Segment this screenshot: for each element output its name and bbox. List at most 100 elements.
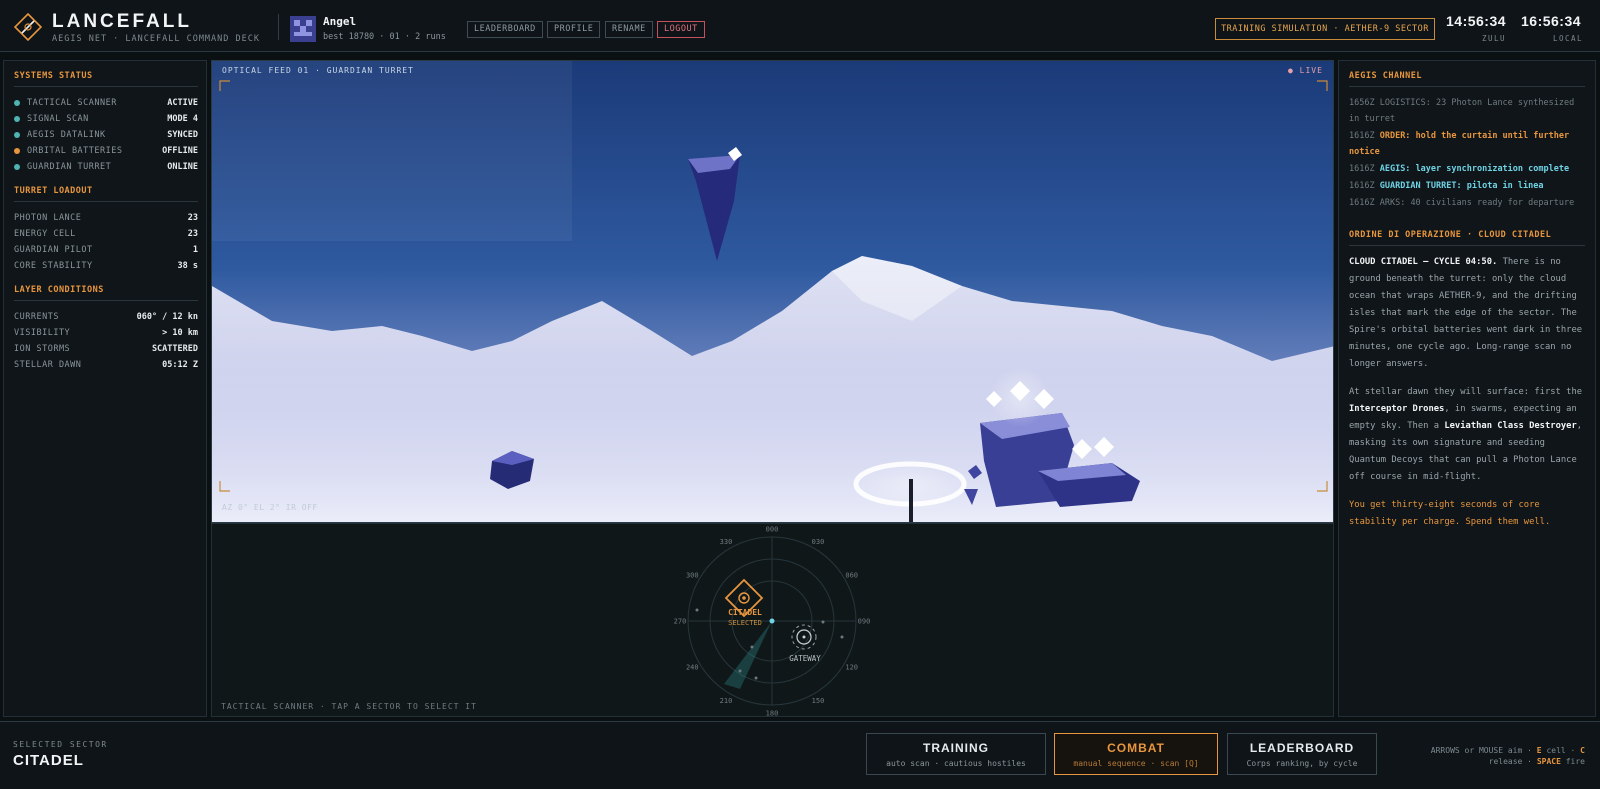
loadout-row: CORE STABILITY 38 s	[14, 258, 198, 274]
top-bar: LANCEFALL AEGIS NET · LANCEFALL COMMAND …	[0, 0, 1600, 52]
system-status-row: SIGNAL SCAN MODE 4	[14, 111, 198, 127]
systems-status-list: TACTICAL SCANNER ACTIVE SIGNAL SCAN MODE 4 A…	[14, 95, 198, 175]
system-status-value: ACTIVE	[167, 98, 198, 108]
systems-status-title: SYSTEMS STATUS	[14, 71, 198, 87]
radar-bearing-label: 300	[686, 572, 699, 580]
system-status-label: ORBITAL BATTERIES	[14, 146, 123, 156]
avatar	[290, 16, 316, 42]
user-name: Angel	[323, 15, 357, 28]
mode-leaderboard-button[interactable]: LEADERBOARD Corps ranking, by cycle	[1227, 733, 1377, 775]
mode-combat-subtitle: manual sequence · scan [Q]	[1073, 759, 1199, 768]
logout-button[interactable]: LOGOUT	[657, 21, 705, 38]
orders-body: CLOUD CITADEL — CYCLE 04:50. There is no…	[1349, 254, 1585, 531]
mode-leaderboard-title: LEADERBOARD	[1249, 741, 1355, 755]
loadout-label: GUARDIAN PILOT	[14, 245, 93, 255]
tactical-scanner-panel[interactable]: 000 030 060 090 120 150 180 210 240 270 300 330 CIT…	[211, 523, 1335, 718]
rename-button[interactable]: RENAME	[605, 21, 653, 38]
radar-bearing-label: 270	[674, 618, 687, 626]
system-status-value: SYNCED	[167, 130, 198, 140]
brand-title: LANCEFALL	[52, 11, 192, 32]
condition-row: VISIBILITY > 10 km	[14, 325, 198, 341]
right-intel-panel: AEGIS CHANNEL 1656Z LOGISTICS: 23 Photon…	[1338, 60, 1596, 717]
loadout-label: PHOTON LANCE	[14, 213, 82, 223]
mode-leaderboard-subtitle: Corps ranking, by cycle	[1246, 759, 1358, 768]
leaderboard-button[interactable]: LEADERBOARD	[467, 21, 543, 38]
condition-value: > 10 km	[162, 328, 198, 338]
radar-bearing-label: 030	[812, 538, 825, 546]
system-status-row: AEGIS DATALINK SYNCED	[14, 127, 198, 143]
condition-label: STELLAR DAWN	[14, 360, 82, 370]
channel-log-entry: 1616Z ORDER: hold the curtain until furt…	[1349, 131, 1570, 157]
radar-scope[interactable]: 000 030 060 090 120 150 180 210 240 270 300 330	[212, 524, 1335, 718]
status-dot-icon	[14, 132, 20, 138]
status-dot-icon	[14, 100, 20, 106]
layer-conditions-title: LAYER CONDITIONS	[14, 285, 198, 301]
turret-loadout-list: PHOTON LANCE 23 ENERGY CELL 23 GUARDIAN PILO…	[14, 210, 198, 274]
user-stats: best 18780 · 01 · 2 runs	[323, 32, 446, 42]
system-status-value: OFFLINE	[162, 146, 198, 156]
mode-training-title: TRAINING	[923, 741, 989, 755]
status-dot-icon	[14, 116, 20, 122]
system-status-row: ORBITAL BATTERIES OFFLINE	[14, 143, 198, 159]
clock-zulu-label: ZULU	[1482, 34, 1507, 43]
mode-training-button[interactable]: TRAINING auto scan · cautious hostiles	[866, 733, 1046, 775]
condition-value: 060° / 12 kn	[136, 312, 198, 322]
channel-log-entry: 1615Z LOGISTICS: 23 Photon Lance synthes…	[1349, 212, 1585, 213]
loadout-row: PHOTON LANCE 23	[14, 210, 198, 226]
radar-bearing-label: 240	[686, 664, 699, 672]
loadout-value: 1	[192, 245, 198, 255]
channel-log-entry: 1616Z GUARDIAN TURRET: pilota in linea	[1349, 181, 1544, 191]
live-indicator: ● LIVE	[1288, 66, 1323, 75]
system-status-value: MODE 4	[167, 114, 198, 124]
loadout-value: 23	[187, 213, 198, 223]
orders-paragraph-3: You get thirty-eight seconds of core sta…	[1349, 500, 1551, 527]
orders-paragraph-2: At stellar dawn they will surface: first…	[1349, 387, 1583, 482]
mode-training-subtitle: auto scan · cautious hostiles	[886, 759, 1026, 768]
turret-loadout-title: TURRET LOADOUT	[14, 186, 198, 202]
loadout-row: GUARDIAN PILOT 1	[14, 242, 198, 258]
channel-log-entry: 1656Z LOGISTICS: 23 Photon Lance synthes…	[1349, 98, 1575, 124]
sky-scene	[212, 61, 1333, 522]
gateway-label: GATEWAY	[789, 654, 821, 663]
condition-value: 05:12 Z	[162, 360, 198, 370]
system-status-row: TACTICAL SCANNER ACTIVE	[14, 95, 198, 111]
loadout-row: ENERGY CELL 23	[14, 226, 198, 242]
systems-status-section: SYSTEMS STATUS TACTICAL SCANNER ACTIVE SIG…	[14, 71, 198, 175]
clock-local: 16:56:34	[1521, 13, 1582, 29]
loadout-value: 23	[187, 229, 198, 239]
turret-loadout-section: TURRET LOADOUT PHOTON LANCE 23 ENERGY CELL…	[14, 186, 198, 274]
selected-sector-label: SELECTED SECTOR	[13, 740, 108, 749]
aegis-channel-section: AEGIS CHANNEL 1656Z LOGISTICS: 23 Photon…	[1349, 71, 1585, 213]
selected-sector-value: CITADEL	[13, 752, 84, 769]
radar-bearing-label: 090	[858, 618, 871, 626]
layer-conditions-list: CURRENTS 060° / 12 kn VISIBILITY > 10 km ION…	[14, 309, 198, 373]
aegis-channel-log[interactable]: 1656Z LOGISTICS: 23 Photon Lance synthes…	[1349, 95, 1585, 213]
condition-label: VISIBILITY	[14, 328, 71, 338]
orders-section: ORDINE DI OPERAZIONE · CLOUD CITADEL CLO…	[1349, 230, 1585, 542]
status-dot-icon	[14, 148, 20, 154]
condition-row: CURRENTS 060° / 12 kn	[14, 309, 198, 325]
system-status-row: GUARDIAN TURRET ONLINE	[14, 159, 198, 175]
orders-title: ORDINE DI OPERAZIONE · CLOUD CITADEL	[1349, 230, 1585, 246]
profile-button[interactable]: PROFILE	[547, 21, 601, 38]
radar-bearing-label: 000	[766, 526, 779, 534]
clock-local-label: LOCAL	[1553, 34, 1584, 43]
system-status-value: ONLINE	[167, 162, 198, 172]
system-status-label: GUARDIAN TURRET	[14, 162, 111, 172]
lancefall-logo-icon	[14, 13, 42, 41]
optical-feed-viewport[interactable]	[211, 60, 1334, 523]
radar-bearing-label: 330	[720, 538, 733, 546]
controls-hint: ARROWS or MOUSE aim · E cell · C release…	[1430, 746, 1585, 766]
condition-row: STELLAR DAWN 05:12 Z	[14, 357, 198, 373]
condition-label: CURRENTS	[14, 312, 59, 322]
header-divider	[278, 14, 279, 40]
optical-feed-label: OPTICAL FEED 01 · GUARDIAN TURRET	[222, 66, 414, 75]
mode-combat-button[interactable]: COMBAT manual sequence · scan [Q]	[1054, 733, 1218, 775]
system-status-label: TACTICAL SCANNER	[14, 98, 117, 108]
condition-value: SCATTERED	[151, 344, 198, 354]
radar-bearing-label: 120	[845, 664, 858, 672]
clock-zulu: 14:56:34	[1446, 13, 1507, 29]
condition-row: ION STORMS SCATTERED	[14, 341, 198, 357]
citadel-label: CITADEL	[728, 608, 762, 617]
channel-log-entry: 1616Z ARKS: 40 civilians ready for depar…	[1349, 198, 1575, 208]
